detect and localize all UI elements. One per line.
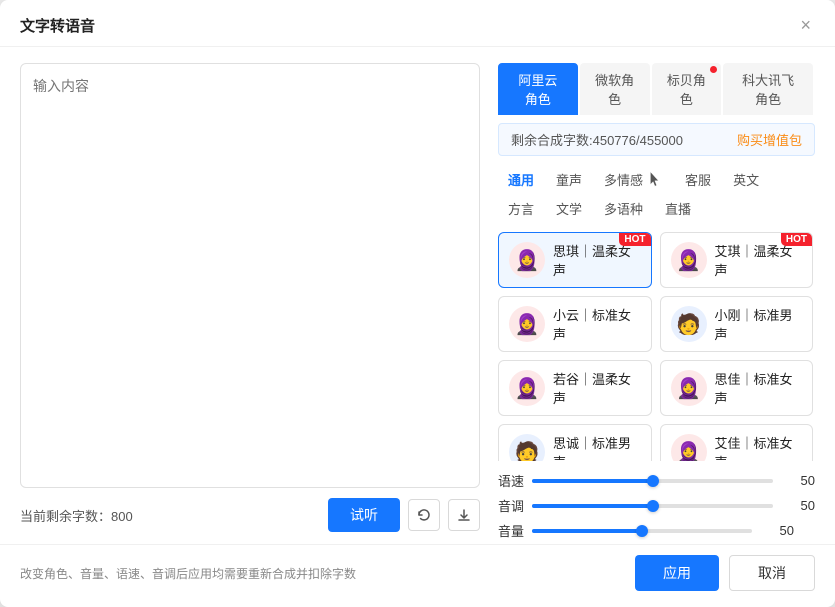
- voice-name-ruogu: 若谷｜温柔女声: [553, 369, 641, 407]
- pitch-fill: [532, 504, 653, 508]
- quota-bar: 剩余合成字数:450776/455000 购买增值包: [498, 123, 815, 156]
- footer-buttons: 应用 取消: [635, 555, 815, 591]
- voice-avatar-ruogu: 🧕: [509, 370, 545, 406]
- dialog-header: 文字转语音 ×: [0, 0, 835, 47]
- speed-track[interactable]: [532, 479, 773, 483]
- voice-name-sicheng: 思诚｜标准男声: [553, 433, 641, 461]
- voice-name-xiaoyun: 小云｜标准女声: [553, 305, 641, 343]
- voice-card-ruogu[interactable]: 🧕 若谷｜温柔女声: [498, 360, 652, 416]
- subtab-general[interactable]: 通用: [498, 166, 544, 193]
- hot-badge-aizhen: HOT: [781, 233, 812, 246]
- cursor-icon: [645, 170, 663, 188]
- voice-avatar-siqin: 🧕: [509, 242, 545, 278]
- speed-slider-row: 语速 50: [498, 471, 815, 490]
- left-bottom-bar: 当前剩余字数：800 试听: [20, 488, 480, 540]
- volume-thumb[interactable]: [636, 525, 648, 537]
- voice-name-sijia: 思佳｜标准女声: [715, 369, 803, 407]
- restore-button[interactable]: [408, 499, 440, 531]
- tts-dialog: 文字转语音 × 当前剩余字数：800 试听: [0, 0, 835, 607]
- download-icon: [456, 507, 472, 523]
- pitch-slider-row: 音调 50: [498, 496, 815, 515]
- tab-biaobeiyun[interactable]: 标贝角色: [652, 63, 722, 115]
- voice-card-xiaoyun[interactable]: 🧕 小云｜标准女声: [498, 296, 652, 352]
- subtab-customer[interactable]: 客服: [675, 166, 721, 193]
- right-panel: 阿里云角色 微软角色 标贝角色 科大讯飞角色 剩余合成字数:450776/455…: [498, 63, 815, 540]
- voice-card-xiaogang[interactable]: 🧑 小刚｜标准男声: [660, 296, 814, 352]
- restore-icon: [416, 507, 432, 523]
- speed-fill: [532, 479, 653, 483]
- voice-avatar-aijia: 🧕: [671, 434, 707, 461]
- subtab-literary[interactable]: 文学: [546, 195, 592, 222]
- voice-name-aijia: 艾佳｜标准女声: [715, 433, 803, 461]
- main-tabs: 阿里云角色 微软角色 标贝角色 科大讯飞角色: [498, 63, 815, 115]
- volume-label: 音量: [498, 521, 524, 540]
- remaining-chars: 当前剩余字数：800: [20, 506, 133, 525]
- hot-badge-siqin: HOT: [619, 233, 650, 246]
- speed-value: 50: [781, 473, 815, 488]
- volume-value: 50: [760, 523, 794, 538]
- apply-button[interactable]: 应用: [635, 555, 719, 591]
- close-button[interactable]: ×: [796, 14, 815, 36]
- voice-avatar-sijia: 🧕: [671, 370, 707, 406]
- voice-card-sijia[interactable]: 🧕 思佳｜标准女声: [660, 360, 814, 416]
- voice-card-aizhen[interactable]: 🧕 艾琪｜温柔女声 HOT: [660, 232, 814, 288]
- pitch-label: 音调: [498, 496, 524, 515]
- pitch-track[interactable]: [532, 504, 773, 508]
- cancel-button[interactable]: 取消: [729, 555, 815, 591]
- voice-avatar-aizhen: 🧕: [671, 242, 707, 278]
- dialog-footer: 改变角色、音量、语速、音调后应用均需要重新合成并扣除字数 应用 取消: [0, 544, 835, 607]
- tab-xunfei[interactable]: 科大讯飞角色: [723, 63, 813, 115]
- left-panel: 当前剩余字数：800 试听: [20, 63, 480, 540]
- voice-grid: 🧕 思琪｜温柔女声 HOT 🧕 艾琪｜温柔女声 HOT 🧕 小云｜标准女声 🧑 …: [498, 232, 815, 461]
- text-input[interactable]: [20, 63, 480, 488]
- pitch-thumb[interactable]: [647, 500, 659, 512]
- voice-card-sicheng[interactable]: 🧑 思诚｜标准男声: [498, 424, 652, 461]
- quota-text: 剩余合成字数:450776/455000: [511, 130, 683, 149]
- pitch-value: 50: [781, 498, 815, 513]
- preview-button[interactable]: 试听: [328, 498, 400, 532]
- bottom-actions: 试听: [328, 498, 480, 532]
- subtab-emotion[interactable]: 多情感: [594, 166, 673, 193]
- voice-card-aijia[interactable]: 🧕 艾佳｜标准女声: [660, 424, 814, 461]
- tab-badge: [710, 66, 717, 73]
- volume-track[interactable]: [532, 529, 752, 533]
- volume-slider-row: 音量 50: [498, 521, 815, 540]
- speed-thumb[interactable]: [647, 475, 659, 487]
- sliders-section: 语速 50 音调 50 音量: [498, 461, 815, 540]
- voice-avatar-xiaoyun: 🧕: [509, 306, 545, 342]
- voice-avatar-sicheng: 🧑: [509, 434, 545, 461]
- voice-name-aizhen: 艾琪｜温柔女声: [715, 241, 803, 279]
- dialog-body: 当前剩余字数：800 试听: [0, 47, 835, 540]
- dialog-title: 文字转语音: [20, 15, 95, 36]
- voice-card-siqin[interactable]: 🧕 思琪｜温柔女声 HOT: [498, 232, 652, 288]
- subtab-live[interactable]: 直播: [655, 195, 701, 222]
- voice-avatar-xiaogang: 🧑: [671, 306, 707, 342]
- sub-tabs: 通用 童声 多情感 客服 英文 方言 文学 多语种 直播: [498, 166, 815, 222]
- volume-fill: [532, 529, 642, 533]
- tab-aliyun[interactable]: 阿里云角色: [498, 63, 578, 115]
- subtab-dialect[interactable]: 方言: [498, 195, 544, 222]
- download-button[interactable]: [448, 499, 480, 531]
- subtab-english[interactable]: 英文: [723, 166, 769, 193]
- subtab-child[interactable]: 童声: [546, 166, 592, 193]
- footer-hint: 改变角色、音量、语速、音调后应用均需要重新合成并扣除字数: [20, 565, 356, 582]
- voice-name-xiaogang: 小刚｜标准男声: [715, 305, 803, 343]
- speed-label: 语速: [498, 471, 524, 490]
- voice-name-siqin: 思琪｜温柔女声: [553, 241, 641, 279]
- quota-link[interactable]: 购买增值包: [737, 130, 802, 149]
- tab-microsoft[interactable]: 微软角色: [580, 63, 650, 115]
- subtab-multilang[interactable]: 多语种: [594, 195, 653, 222]
